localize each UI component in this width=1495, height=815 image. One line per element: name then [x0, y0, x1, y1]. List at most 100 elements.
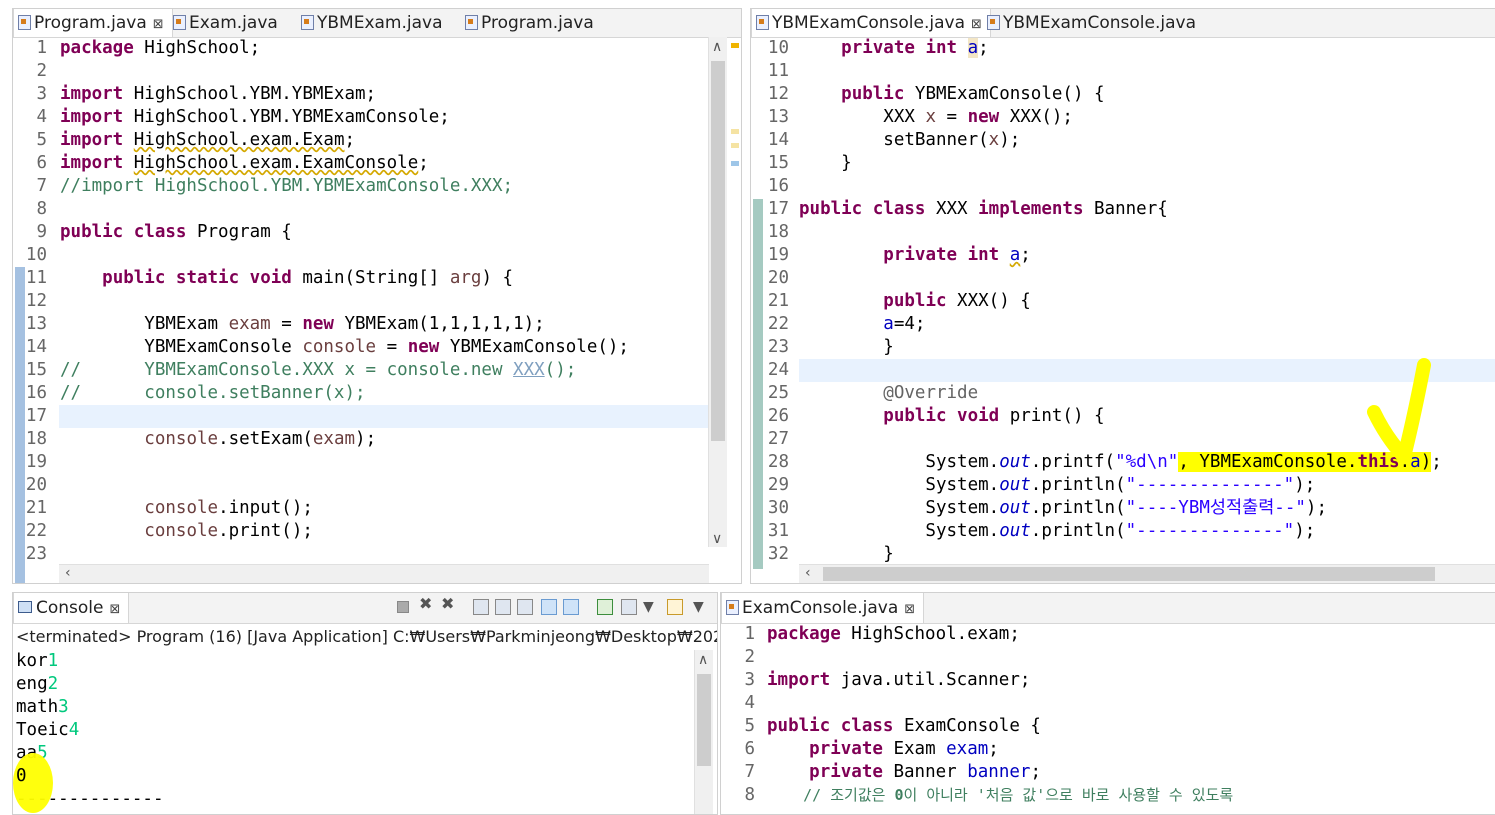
- line-number: 21: [767, 291, 789, 311]
- checkmark-annotation-icon: [1367, 358, 1431, 464]
- java-file-icon: [301, 15, 314, 30]
- tab-ybmexamconsole-java[interactable]: YBMExamConsole.java ⊠: [751, 9, 991, 37]
- java-file-icon: [465, 15, 478, 30]
- line-number: 23: [767, 337, 789, 357]
- line-number: 11: [25, 268, 47, 288]
- line-number: 18: [767, 222, 789, 242]
- editor-tabbar: ExamConsole.java ⊠: [721, 593, 1495, 624]
- line-number: 30: [767, 498, 789, 518]
- console-line: eng2: [16, 673, 58, 696]
- scroll-thumb[interactable]: [823, 567, 1435, 581]
- tab-program-java[interactable]: Program.java ⊠: [13, 9, 173, 37]
- tab-console[interactable]: Console ⊠: [13, 593, 130, 623]
- code-area[interactable]: 12345678 package HighSchool.exam; import…: [721, 623, 1495, 814]
- overview-ruler: [729, 37, 741, 547]
- line-number: 18: [25, 429, 47, 449]
- line-number: 5: [744, 716, 755, 736]
- line-number: 7: [36, 176, 47, 196]
- line-number: 1: [744, 624, 755, 644]
- console-output-text: kor: [16, 651, 48, 671]
- line-number: 29: [767, 475, 789, 495]
- line-number: 19: [767, 245, 789, 265]
- java-file-icon: [173, 15, 186, 30]
- console-output[interactable]: kor1 eng2 math3 Toeic4 aa5 --------------: [16, 650, 693, 814]
- scroll-left-icon[interactable]: ‹: [805, 565, 811, 581]
- show-on-error-icon[interactable]: [563, 599, 579, 615]
- java-file-icon: [987, 15, 1000, 30]
- line-number: 17: [25, 406, 47, 426]
- line-number: 3: [744, 670, 755, 690]
- console-output-text: eng: [16, 674, 48, 694]
- close-icon[interactable]: ⊠: [153, 17, 164, 32]
- line-number: 14: [25, 337, 47, 357]
- editor-tabbar: YBMExamConsole.java ⊠ YBMExamConsole.java: [751, 9, 1495, 38]
- java-file-icon: [756, 15, 769, 30]
- open-console-icon[interactable]: [667, 599, 683, 615]
- line-number: 14: [767, 130, 789, 150]
- vertical-scrollbar[interactable]: ∧: [694, 650, 713, 814]
- display-console-icon[interactable]: [621, 599, 637, 615]
- line-number: 1: [36, 38, 47, 58]
- editor-tabbar: Program.java ⊠ Exam.java YBMExam.java Pro…: [13, 9, 741, 38]
- line-number: 16: [25, 383, 47, 403]
- scroll-thumb[interactable]: [711, 61, 725, 441]
- clear-console-icon[interactable]: [517, 599, 533, 615]
- line-number: 20: [25, 475, 47, 495]
- tab-program-java-2[interactable]: Program.java: [465, 9, 594, 37]
- line-number: 26: [767, 406, 789, 426]
- console-status: <terminated> Program (16) [Java Applicat…: [16, 627, 718, 646]
- code-area[interactable]: 1 2 3 4 5 6 7 8 9 10 11 12 13 14 15 16 17 18 19 20 21 22 23 pa…: [13, 37, 741, 583]
- console-output-text: math: [16, 697, 59, 717]
- console-view: Console ⊠ ✖ ✖ ▼ ▼ <terminated> Program (1…: [12, 592, 718, 815]
- vertical-scrollbar[interactable]: ∧ ∨: [708, 37, 727, 547]
- console-icon: [18, 601, 32, 613]
- horizontal-scrollbar[interactable]: ‹: [799, 564, 1495, 583]
- line-number: 17: [767, 199, 789, 219]
- line-number: 3: [36, 84, 47, 104]
- console-user-input: 2: [47, 674, 59, 694]
- tab-exam-java[interactable]: Exam.java: [173, 9, 278, 37]
- console-line: Toeic4: [16, 719, 79, 742]
- chevron-down-icon[interactable]: ▼: [643, 599, 654, 615]
- line-number: 9: [36, 222, 47, 242]
- scroll-up-icon[interactable]: ∧: [712, 39, 722, 55]
- tab-ybmexamconsole-java-2[interactable]: YBMExamConsole.java: [987, 9, 1196, 37]
- remove-launch-icon[interactable]: ✖: [419, 594, 433, 613]
- line-number: 16: [767, 176, 789, 196]
- line-number: 6: [36, 153, 47, 173]
- line-number: 24: [767, 360, 789, 380]
- console-line: math3: [16, 696, 69, 719]
- console-output-text: Toeic: [16, 720, 69, 740]
- scroll-thumb[interactable]: [697, 674, 711, 766]
- scroll-down-icon[interactable]: ∨: [712, 531, 722, 547]
- java-file-icon: [726, 600, 739, 615]
- console-user-input: 4: [68, 720, 80, 740]
- line-number: 28: [767, 452, 789, 472]
- editor-program-java: Program.java ⊠ Exam.java YBMExam.java Pro…: [12, 8, 742, 584]
- remove-all-icon[interactable]: ✖: [441, 594, 455, 613]
- line-number: 8: [36, 199, 47, 219]
- line-number: 20: [767, 268, 789, 288]
- close-icon[interactable]: ⊠: [971, 17, 982, 32]
- line-number: 12: [767, 84, 789, 104]
- chevron-down-icon[interactable]: ▼: [693, 599, 704, 615]
- scroll-up-icon[interactable]: ∧: [698, 652, 708, 668]
- terminate-icon[interactable]: [397, 601, 409, 613]
- close-icon[interactable]: ⊠: [904, 602, 915, 617]
- show-on-output-icon[interactable]: [541, 599, 557, 615]
- line-number: 32: [767, 544, 789, 564]
- close-icon[interactable]: ⊠: [110, 602, 121, 617]
- horizontal-scrollbar[interactable]: ‹: [59, 564, 709, 583]
- line-number: 6: [744, 739, 755, 759]
- scroll-left-icon[interactable]: ‹: [65, 565, 71, 581]
- line-number: 10: [767, 38, 789, 58]
- tab-examconsole-java[interactable]: ExamConsole.java ⊠: [721, 593, 925, 623]
- code-area[interactable]: 10 11 12 13 14 15 16 17 18 19 20 21 22 23 24 25 26 27 28 29…: [751, 37, 1495, 583]
- tab-ybmexam-java[interactable]: YBMExam.java: [301, 9, 443, 37]
- scroll-lock-icon[interactable]: [473, 599, 489, 615]
- line-number: 31: [767, 521, 789, 541]
- line-number: 15: [25, 360, 47, 380]
- pin-console-icon[interactable]: [597, 599, 613, 615]
- word-wrap-icon[interactable]: [495, 599, 511, 615]
- line-number: 8: [744, 785, 755, 805]
